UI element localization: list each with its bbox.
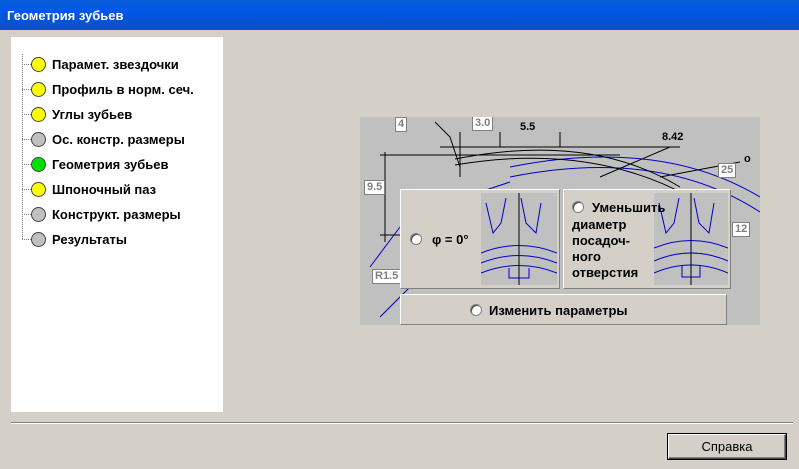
reduce-bore-radio[interactable] — [572, 201, 584, 213]
dim-label-30: 3.0 — [472, 117, 494, 131]
reduce-bore-text-3: ного — [572, 249, 601, 264]
reduce-bore-text-2: посадоч- — [572, 233, 630, 248]
reduce-bore-text-1: диаметр — [572, 217, 627, 232]
degree-label: о — [744, 153, 751, 165]
dim-label-25: 25 — [718, 163, 737, 178]
change-params-radio[interactable] — [470, 304, 482, 316]
tree-branch — [22, 188, 31, 190]
status-dot-icon — [31, 81, 46, 97]
tree-item-construct-dimensions[interactable]: Конструкт. размеры — [22, 204, 181, 224]
tree-branch — [22, 238, 31, 240]
tree-item-keyway[interactable]: Шпоночный паз — [22, 179, 156, 199]
gear-thumbnail-icon — [481, 193, 557, 285]
dialog-window: Геометрия зубьев Парамет. звездочки Проф… — [0, 0, 799, 469]
tree-item-label: Ос. констр. размеры — [52, 131, 185, 147]
tree-item-main-dimensions[interactable]: Ос. констр. размеры — [22, 129, 185, 149]
option-change-params[interactable]: Изменить параметры — [400, 294, 727, 325]
status-dot-icon — [31, 231, 46, 247]
tree-item-label: Профиль в норм. сеч. — [52, 81, 194, 97]
tree-item-tooth-angles[interactable]: Углы зубьев — [22, 104, 132, 124]
status-dot-icon — [31, 206, 46, 222]
tree-item-label: Шпоночный паз — [52, 181, 157, 197]
tree-branch — [22, 138, 31, 140]
status-dot-icon — [31, 156, 46, 172]
dim-label-842: 8.42 — [662, 131, 684, 143]
phi-zero-label: φ = 0° — [432, 232, 469, 247]
reduce-bore-label: Уменьшить — [592, 200, 666, 215]
tree-item-sprocket-params[interactable]: Парамет. звездочки — [22, 54, 179, 74]
status-dot-icon — [31, 181, 46, 197]
tree-item-label: Углы зубьев — [52, 106, 133, 122]
status-dot-icon — [31, 106, 46, 122]
tree-branch — [22, 113, 31, 115]
tree-item-label: Парамет. звездочки — [52, 56, 179, 72]
dim-label-4: 4 — [395, 117, 408, 132]
dim-label-r15: R1.5 — [372, 269, 402, 284]
help-button[interactable]: Справка — [668, 434, 786, 459]
tree-item-label: Геометрия зубьев — [52, 156, 169, 172]
phi-zero-radio[interactable] — [410, 233, 422, 245]
reduce-bore-text-4: отверстия — [572, 265, 639, 280]
tree-item-normal-profile[interactable]: Профиль в норм. сеч. — [22, 79, 194, 99]
tree-branch — [22, 163, 31, 165]
tree-item-tooth-geometry[interactable]: Геометрия зубьев — [22, 154, 169, 174]
tree-branch — [22, 213, 31, 215]
tree-branch — [22, 63, 31, 65]
option-phi-zero[interactable]: φ = 0° — [400, 189, 560, 289]
tree-item-label: Результаты — [52, 231, 127, 247]
dim-label-12: 12 — [732, 222, 751, 237]
tree-branch — [22, 88, 31, 90]
status-dot-icon — [31, 56, 46, 72]
option-reduce-bore[interactable]: Уменьшить диаметр посадоч- ного отверсти… — [563, 189, 731, 289]
tree-item-label: Конструкт. размеры — [52, 206, 181, 222]
dim-label-95: 9.5 — [364, 180, 386, 195]
title-bar[interactable]: Геометрия зубьев — [0, 0, 799, 30]
window-title: Геометрия зубьев — [7, 8, 124, 23]
change-params-label: Изменить параметры — [489, 303, 628, 318]
status-dot-icon — [31, 131, 46, 147]
phi-zero-thumbnail — [481, 193, 557, 285]
tree-item-results[interactable]: Результаты — [22, 229, 127, 249]
dim-label-55: 5.5 — [520, 121, 536, 133]
bottom-separator — [11, 422, 793, 424]
